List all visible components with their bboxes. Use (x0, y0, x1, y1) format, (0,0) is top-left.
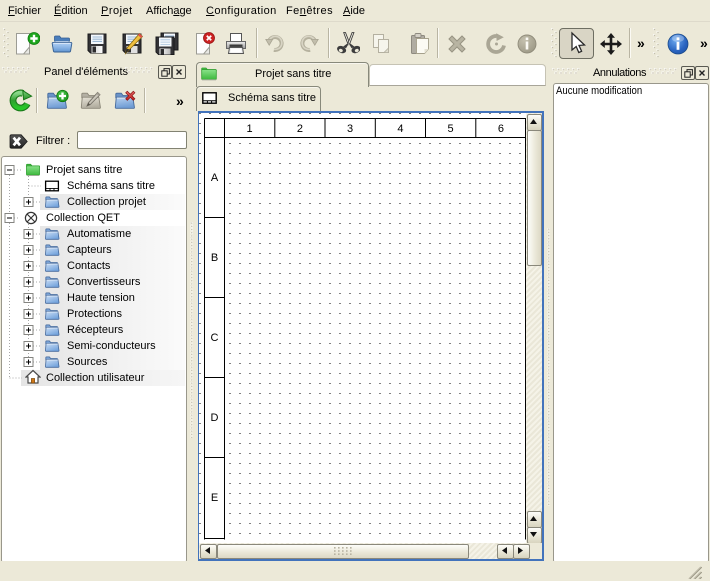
svg-text:6: 6 (498, 123, 504, 135)
svg-text:C: C (211, 332, 219, 344)
svg-text:4: 4 (397, 123, 403, 135)
svg-text:3: 3 (347, 123, 353, 135)
svg-text:5: 5 (448, 123, 454, 135)
svg-text:E: E (211, 492, 218, 504)
svg-text:1: 1 (247, 123, 253, 135)
svg-text:2: 2 (297, 123, 303, 135)
svg-text:A: A (211, 172, 219, 184)
svg-text:B: B (211, 252, 218, 264)
svg-text:D: D (211, 412, 219, 424)
